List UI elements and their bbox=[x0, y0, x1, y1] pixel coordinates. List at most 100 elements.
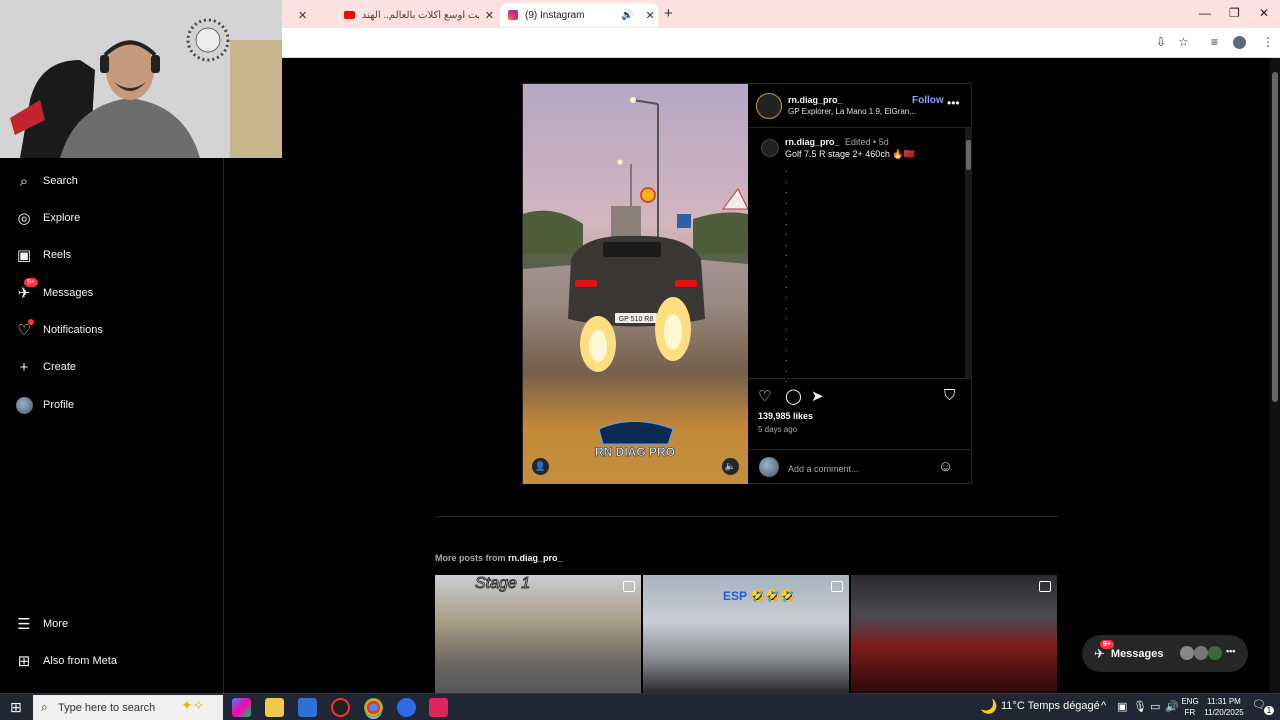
comments-scrollbar[interactable] bbox=[965, 128, 972, 378]
sidebar-item-label: Reels bbox=[43, 249, 72, 261]
post-author-avatar[interactable] bbox=[756, 93, 782, 119]
app-icon[interactable] bbox=[331, 698, 350, 717]
like-heart-icon[interactable]: ♡ bbox=[758, 387, 771, 405]
likes-count[interactable]: 139,985 likes bbox=[758, 411, 813, 421]
media-control-icon[interactable]: ≡ bbox=[1211, 35, 1218, 49]
tab-close-icon[interactable]: ✕ bbox=[645, 9, 654, 22]
emoji-icon[interactable]: ☺ bbox=[938, 458, 953, 475]
close-window-icon[interactable]: ✕ bbox=[1259, 6, 1269, 20]
file-explorer-icon[interactable] bbox=[265, 698, 284, 717]
tagged-user-icon[interactable]: 👤 bbox=[532, 458, 549, 475]
browser-tab-youtube[interactable]: جربت أوسع أكلات بالعالم.. الهند 🇮🇳 ✕ bbox=[344, 3, 494, 27]
windows-start-icon[interactable]: ⊞ bbox=[10, 699, 22, 716]
messenger-icon: ✈ 9+ bbox=[1094, 639, 1114, 662]
volume-icon[interactable]: 🔊 bbox=[1165, 700, 1179, 713]
clock-time[interactable]: 11:31 PM bbox=[1201, 697, 1247, 706]
volume-icon[interactable]: 🔈 bbox=[722, 458, 739, 475]
tab-title: جربت أوسع أكلات بالعالم.. الهند 🇮🇳 bbox=[361, 9, 479, 21]
weather-text[interactable]: 11°C Temps dégagé bbox=[1001, 700, 1100, 712]
more-post-thumb[interactable]: Stage 1 bbox=[435, 575, 641, 693]
more-post-thumb[interactable] bbox=[851, 575, 1057, 693]
tab-close-icon[interactable]: ✕ bbox=[485, 9, 494, 22]
post-age: 5 days ago bbox=[758, 425, 798, 434]
caption-username[interactable]: rn.diag_pro_ bbox=[785, 137, 840, 147]
install-app-icon[interactable]: ⇩ bbox=[1156, 35, 1166, 49]
sidebar-item-more[interactable]: ☰ More bbox=[14, 613, 68, 635]
language-bottom[interactable]: FR bbox=[1180, 708, 1200, 717]
more-posts-heading: More posts from rn.diag_pro_ bbox=[435, 553, 563, 563]
tab-close-icon[interactable]: ✕ bbox=[298, 9, 307, 22]
sidebar-item-label: Create bbox=[43, 361, 77, 373]
more-post-thumb[interactable]: ESP 🤣🤣🤣 bbox=[643, 575, 849, 693]
section-divider bbox=[435, 516, 1058, 517]
share-icon[interactable]: ➤ bbox=[811, 387, 824, 405]
post-username[interactable]: rn.diag_pro_ bbox=[788, 95, 843, 105]
sidebar-item-label: Messages bbox=[43, 287, 94, 299]
post-location[interactable]: GP Explorer, La Mano 1.9, ElGran... bbox=[788, 107, 916, 116]
language-top[interactable]: ENG bbox=[1180, 697, 1200, 706]
search-icon: ⌕ bbox=[41, 700, 48, 714]
avatar bbox=[1194, 646, 1208, 660]
clock-date[interactable]: 11/20/2025 bbox=[1201, 708, 1247, 717]
sidebar-item-notifications[interactable]: ♡ Notifications bbox=[14, 319, 103, 341]
sidebar-item-label: Notifications bbox=[43, 324, 103, 336]
taskbar-search[interactable]: ⌕ Type here to search ✦✧ bbox=[33, 695, 223, 720]
network-icon[interactable]: ▭ bbox=[1150, 700, 1160, 713]
sidebar-item-messages[interactable]: ✈ 9+ Messages bbox=[14, 278, 94, 304]
caption: rn.diag_pro_ Edited • 5d Golf 7.5 R stag… bbox=[785, 136, 915, 160]
chrome-icon[interactable] bbox=[364, 698, 383, 717]
comment-bar: Add a comment... ☺ bbox=[748, 449, 972, 484]
youtube-icon bbox=[344, 11, 355, 19]
sidebar-item-label: Search bbox=[43, 175, 78, 187]
comment-icon[interactable]: ◯ bbox=[785, 387, 802, 405]
tray-app-icon[interactable]: ▣ bbox=[1117, 700, 1127, 713]
bookmark-star-icon[interactable]: ☆ bbox=[1178, 35, 1189, 49]
scroll-thumb[interactable] bbox=[966, 140, 971, 170]
sidebar-item-create[interactable]: + Create bbox=[14, 356, 76, 378]
follow-button[interactable]: Follow bbox=[912, 95, 944, 106]
more-options-icon[interactable]: ••• bbox=[947, 96, 960, 110]
page-scrollbar[interactable] bbox=[1270, 58, 1280, 693]
restore-icon[interactable]: ❐ bbox=[1229, 6, 1240, 20]
comment-input[interactable]: Add a comment... bbox=[788, 464, 859, 474]
sidebar-item-also-from-meta[interactable]: ⊞ Also from Meta bbox=[14, 650, 117, 672]
sidebar-item-explore[interactable]: ◎ Explore bbox=[14, 207, 80, 229]
profile-avatar-icon[interactable] bbox=[1233, 36, 1246, 49]
minimize-icon[interactable]: — bbox=[1199, 6, 1211, 20]
heart-icon: ♡ bbox=[14, 319, 34, 340]
media-logo-text: RN DIAG PRO bbox=[595, 445, 675, 459]
tray-chevron-icon[interactable]: ^ bbox=[1101, 700, 1106, 712]
sidebar-item-profile[interactable]: Profile bbox=[14, 394, 74, 416]
browser-tab-1[interactable]: ✕ bbox=[292, 3, 307, 27]
current-user-avatar bbox=[759, 457, 779, 477]
sidebar-item-reels[interactable]: ▣ Reels bbox=[14, 244, 71, 266]
speaker-icon[interactable]: 🔊 bbox=[621, 10, 633, 21]
plus-icon: + bbox=[19, 358, 29, 376]
app-icon[interactable] bbox=[429, 698, 448, 717]
copilot-icon[interactable] bbox=[232, 698, 251, 717]
caption-dots: ..................... bbox=[785, 164, 788, 384]
video-frame: GP 510 R8 RN DIAG PRO bbox=[523, 97, 748, 484]
more-posts-username[interactable]: rn.diag_pro_ bbox=[508, 553, 563, 563]
sidebar-item-label: More bbox=[43, 618, 69, 630]
caption-avatar[interactable] bbox=[761, 139, 779, 157]
reel-icon bbox=[831, 581, 843, 592]
browser-tab-instagram[interactable]: (9) Instagram 🔊 ✕ bbox=[500, 3, 658, 27]
notification-count: 1 bbox=[1264, 706, 1274, 715]
page-scroll-thumb[interactable] bbox=[1272, 72, 1278, 402]
reels-icon: ▣ bbox=[16, 247, 32, 264]
app-icon[interactable] bbox=[397, 698, 416, 717]
sidebar-item-search[interactable]: ⌕ Search bbox=[14, 170, 78, 192]
post-header: rn.diag_pro_ Follow GP Explorer, La Mano… bbox=[748, 84, 972, 128]
kebab-menu-icon[interactable]: ⋮ bbox=[1262, 35, 1274, 49]
instagram-icon bbox=[508, 10, 518, 20]
save-bookmark-icon[interactable]: ⛉ bbox=[944, 387, 955, 404]
new-tab-button[interactable]: + bbox=[664, 5, 673, 22]
messages-floating-button[interactable]: ✈ 9+ Messages ••• bbox=[1082, 635, 1248, 672]
caption-meta: Edited • 5d bbox=[845, 137, 889, 147]
caption-text: Golf 7.5 R stage 2+ 460ch 🔥🇲🇦 bbox=[785, 149, 915, 159]
microphone-icon[interactable]: 🎙 bbox=[1133, 700, 1147, 713]
post-video[interactable]: GP 510 R8 RN DIAG PRO 👤 🔈 bbox=[523, 84, 748, 484]
sidebar-item-label: Profile bbox=[43, 399, 75, 411]
microsoft-store-icon[interactable] bbox=[298, 698, 317, 717]
